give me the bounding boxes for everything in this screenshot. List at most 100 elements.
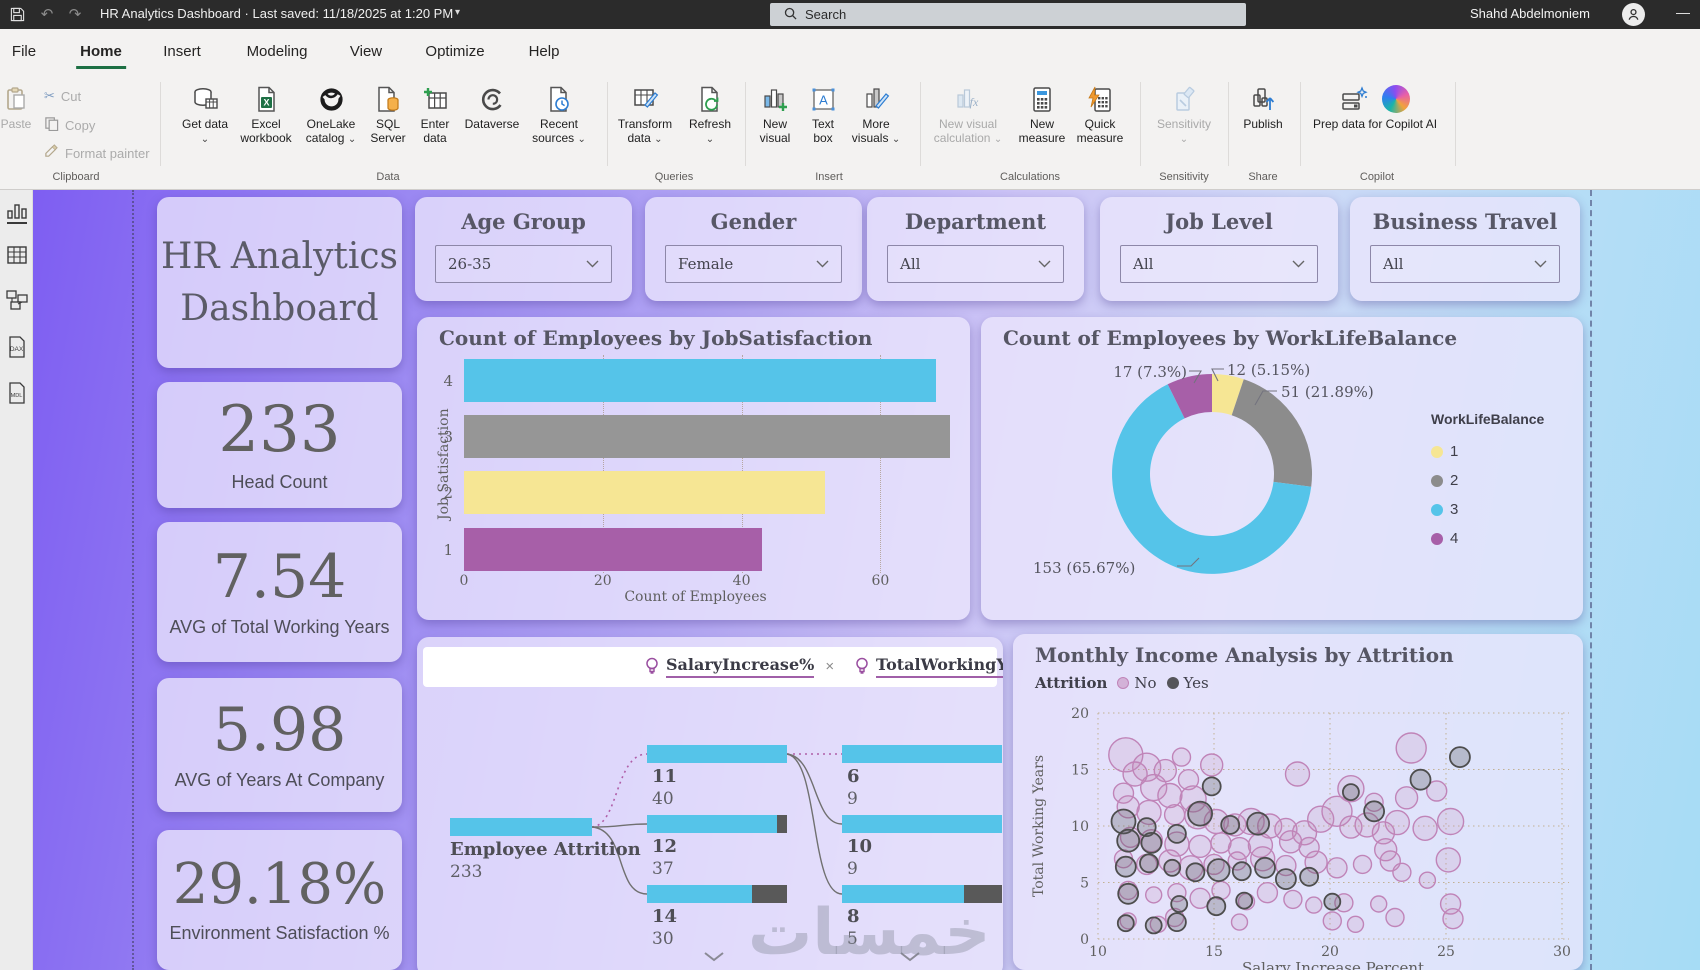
slicer-dropdown-department[interactable]: All (887, 245, 1064, 283)
scatter-bubble-no[interactable] (1385, 907, 1405, 928)
tree-root-bar[interactable] (450, 818, 592, 836)
scatter-bubble-no[interactable] (1144, 886, 1163, 904)
new-measure-button[interactable]: New measure (1010, 84, 1074, 146)
scatter-bubble-yes[interactable] (1201, 776, 1222, 797)
slicer-dropdown-business-travel[interactable]: All (1370, 245, 1560, 283)
scatter-bubble-yes[interactable] (1363, 800, 1386, 823)
scatter-bubble-yes[interactable] (1140, 831, 1163, 854)
kpi-total-working-years[interactable]: 7.54 AVG of Total Working Years (157, 522, 402, 662)
scatter-bubble-yes[interactable] (1231, 861, 1252, 882)
menu-view[interactable]: View (350, 43, 382, 60)
account-avatar[interactable] (1622, 3, 1645, 26)
scatter-bubble-yes[interactable] (1185, 862, 1206, 883)
enter-data-button[interactable]: Enter data (411, 84, 459, 146)
scatter-bubble-no[interactable] (1346, 915, 1365, 933)
tmdl-view-icon[interactable]: MDL (5, 382, 28, 405)
menu-help[interactable]: Help (529, 43, 560, 60)
dax-query-view-icon[interactable]: DAX (5, 336, 28, 359)
scatter-bubble-no[interactable] (1283, 889, 1303, 910)
scatter-bubble-yes[interactable] (1116, 914, 1135, 933)
dataverse-button[interactable]: Dataverse (459, 84, 525, 132)
scatter-bubble-no[interactable] (1305, 896, 1323, 914)
excel-workbook-button[interactable]: X Excel workbook (230, 84, 302, 146)
kpi-years-at-company[interactable]: 5.98 AVG of Years At Company (157, 678, 402, 812)
scatter-bubble-no[interactable] (1256, 882, 1279, 904)
table-view-icon[interactable] (5, 246, 28, 269)
scatter-bubble-yes[interactable] (1187, 800, 1214, 827)
sql-server-button[interactable]: SQL Server (361, 84, 415, 146)
scatter-bubble-yes[interactable] (1220, 814, 1241, 835)
bar-jobsatisfaction-4[interactable] (464, 359, 936, 402)
scatter-bubble-yes[interactable] (1341, 783, 1360, 802)
recent-sources-button[interactable]: Recent sources ⌄ (529, 84, 589, 146)
scatter-bubble-no[interactable] (1435, 847, 1461, 873)
scatter-bubble-yes[interactable] (1166, 912, 1187, 933)
text-box-button[interactable]: A Text box (802, 84, 844, 146)
scatter-bubble-no[interactable] (1352, 854, 1373, 875)
scatter-bubble-yes[interactable] (1448, 746, 1471, 768)
copy-button[interactable]: Copy (44, 116, 95, 134)
slicer-dropdown-job-level[interactable]: All (1120, 245, 1318, 283)
scatter-bubble-yes[interactable] (1254, 856, 1276, 879)
menu-file[interactable]: File (12, 43, 36, 60)
kpi-head-count[interactable]: 233 Head Count (157, 382, 402, 508)
scatter-bubble-no[interactable] (1395, 732, 1427, 764)
get-data-button[interactable]: Get data ⌄ (179, 84, 231, 146)
menu-modeling[interactable]: Modeling (247, 43, 308, 60)
dashboard-title-card[interactable]: HR Analytics Dashboard (157, 197, 402, 368)
menu-optimize[interactable]: Optimize (425, 43, 484, 60)
quick-measure-button[interactable]: Quick measure (1069, 84, 1131, 146)
account-name[interactable]: Shahd Abdelmoniem (1470, 6, 1590, 21)
slicer-dropdown-gender[interactable]: Female (665, 245, 842, 283)
scatter-bubble-no[interactable] (1163, 803, 1186, 826)
report-view-icon[interactable] (5, 202, 28, 225)
title-dropdown-caret[interactable]: ▾ (455, 7, 460, 18)
scatter-bubble-no[interactable] (1436, 807, 1465, 836)
scatter-bubble-no[interactable] (1199, 753, 1224, 777)
legend-item[interactable]: 2 (1431, 466, 1544, 495)
minimize-button[interactable]: — (1676, 4, 1690, 20)
scatter-bubble-yes[interactable] (1114, 855, 1137, 878)
save-icon[interactable] (8, 5, 26, 23)
scatter-bubble-yes[interactable] (1299, 866, 1320, 887)
scatter-bubble-no[interactable] (1394, 786, 1419, 810)
tree-l1-bar-11[interactable] (647, 745, 787, 763)
scatter-bubble-yes[interactable] (1166, 823, 1187, 844)
tree-scroll-chevron[interactable] (703, 949, 725, 967)
scatter-bubble-yes[interactable] (1323, 892, 1342, 911)
scatter-bubble-yes[interactable] (1163, 858, 1182, 877)
new-visual-button[interactable]: New visual (750, 84, 800, 146)
scatter-bubble-no[interactable] (1177, 768, 1200, 791)
undo-icon[interactable]: ↶ (38, 5, 56, 23)
redo-icon[interactable]: ↷ (66, 5, 84, 23)
scatter-bubble-no[interactable] (1322, 911, 1342, 931)
more-visuals-button[interactable]: More visuals ⌄ (847, 84, 905, 146)
scatter-bubble-yes[interactable] (1274, 868, 1297, 891)
tree-l2-bar-6[interactable] (842, 745, 1002, 763)
scatter-bubble-yes[interactable] (1116, 828, 1141, 853)
bar-jobsatisfaction-2[interactable] (464, 471, 825, 514)
menu-insert[interactable]: Insert (163, 43, 201, 60)
scatter-bubble-no[interactable] (1370, 895, 1388, 913)
scatter-bubble-yes[interactable] (1117, 882, 1140, 905)
scatter-bubble-no[interactable] (1278, 830, 1303, 854)
new-visual-calculation-button[interactable]: fx New visual calculation ⌄ (926, 84, 1010, 146)
scatter-bubble-yes[interactable] (1144, 916, 1163, 935)
model-view-icon[interactable] (5, 290, 28, 313)
search-input[interactable]: Search (770, 3, 1246, 26)
scatter-bubble-no[interactable] (1326, 857, 1348, 879)
scatter-bubble-no[interactable] (1188, 834, 1212, 859)
bar-jobsatisfaction-3[interactable] (464, 415, 950, 458)
tree-l1-bar-12[interactable] (647, 815, 787, 833)
scatter-bubble-yes[interactable] (1206, 896, 1227, 917)
sensitivity-button[interactable]: Sensitivity ⌄ (1149, 84, 1219, 146)
scatter-bubble-no[interactable] (1284, 761, 1311, 787)
scatter-bubble-no[interactable] (1171, 747, 1192, 767)
scatter-bubble-no[interactable] (1230, 913, 1249, 931)
transform-data-button[interactable]: Transform data ⌄ (608, 84, 682, 146)
scatter-bubble-no[interactable] (1412, 815, 1438, 842)
publish-button[interactable]: Publish (1238, 84, 1288, 132)
format-painter-button[interactable]: Format painter (44, 144, 150, 162)
paste-button[interactable]: Paste (0, 84, 38, 132)
onelake-catalog-button[interactable]: OneLake catalog ⌄ (293, 84, 369, 146)
